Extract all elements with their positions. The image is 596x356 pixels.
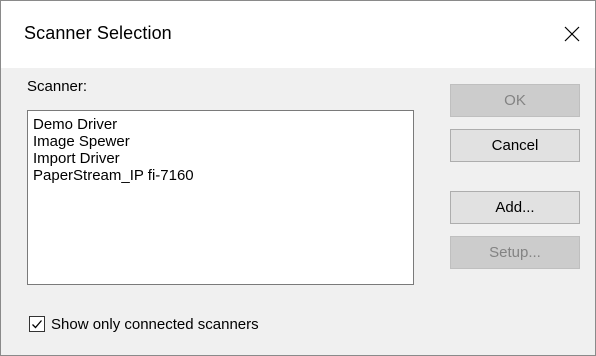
list-item[interactable]: Demo Driver xyxy=(33,116,413,133)
list-item[interactable]: PaperStream_IP fi-7160 xyxy=(33,167,413,184)
close-button[interactable] xyxy=(549,1,595,68)
dialog-title: Scanner Selection xyxy=(24,23,172,43)
connected-scanners-checkbox[interactable] xyxy=(29,316,45,332)
scanner-selection-dialog: Scanner Selection Scanner: Demo Driver I… xyxy=(0,0,596,356)
connected-scanners-option[interactable]: Show only connected scanners xyxy=(29,314,259,334)
list-item[interactable]: Import Driver xyxy=(33,150,413,167)
ok-button[interactable]: OK xyxy=(450,84,580,117)
list-item[interactable]: Image Spewer xyxy=(33,133,413,150)
scanner-label: Scanner: xyxy=(27,78,88,95)
setup-button[interactable]: Setup... xyxy=(450,236,580,269)
title-bar: Scanner Selection xyxy=(1,1,595,68)
add-button[interactable]: Add... xyxy=(450,191,580,224)
scanner-listbox[interactable]: Demo Driver Image Spewer Import Driver P… xyxy=(27,110,414,285)
checkmark-icon xyxy=(32,320,42,329)
cancel-button[interactable]: Cancel xyxy=(450,129,580,162)
checkbox-label: Show only connected scanners xyxy=(51,315,259,333)
close-icon xyxy=(564,26,580,42)
